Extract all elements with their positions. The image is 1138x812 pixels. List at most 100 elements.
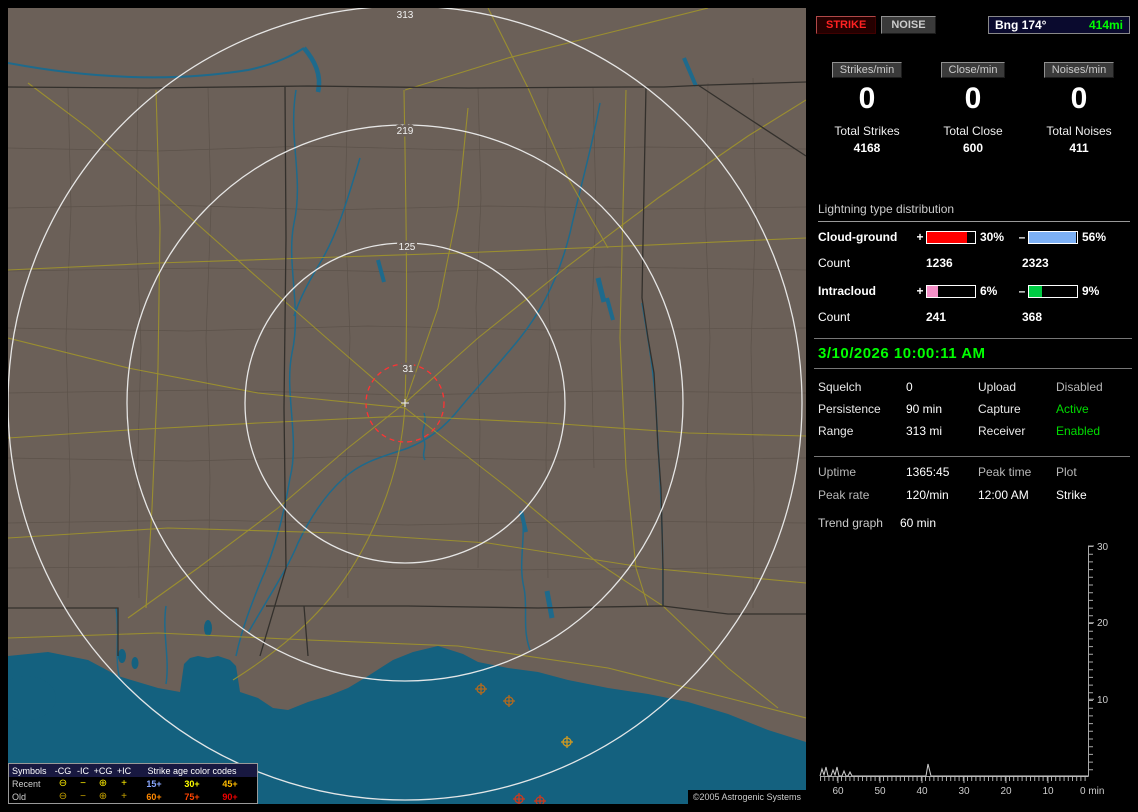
ic-positive-count: 241: [926, 310, 947, 324]
noises-per-min-value: 0: [1070, 82, 1088, 115]
y-tick: 20: [1097, 618, 1109, 629]
peak-rate-label: Peak rate: [818, 488, 870, 502]
strikes-per-min-value: 0: [858, 82, 876, 115]
trend-tick-labels: 30 20 10 60 50 40 30 20 10 0 min: [832, 542, 1108, 797]
total-noises-value: 411: [1069, 141, 1089, 155]
trend-graph: 30 20 10 60 50 40 30 20 10 0 min: [819, 542, 1109, 797]
count-label: Count: [818, 256, 851, 270]
age-code: 30+: [184, 778, 200, 789]
age-code: 15+: [146, 778, 162, 789]
plot-label: Plot: [1056, 465, 1077, 479]
intracloud-row: Intracloud + 6% – 9%: [818, 284, 1130, 298]
x-tick: 50: [874, 786, 886, 797]
ic-negative-count: 368: [1022, 310, 1043, 324]
distance-value: 414mi: [1088, 18, 1123, 32]
settings-grid: Squelch 0 Upload Disabled Persistence 90…: [818, 380, 1130, 438]
legend-old-label: Old: [12, 791, 27, 802]
app-window: 313 219 125 31 Symbols -CG -IC +CG +IC S…: [0, 0, 1138, 812]
noises-per-min-button[interactable]: Noises/min: [1043, 62, 1115, 78]
age-code: 90+: [222, 791, 238, 802]
ring-label: 313: [397, 10, 414, 21]
peak-time-label: Peak time: [978, 465, 1032, 479]
cloud-ground-row: Cloud-ground + 30% – 56%: [818, 230, 1130, 244]
strikes-per-min-button[interactable]: Strikes/min: [831, 62, 903, 78]
range-value: 313 mi: [906, 424, 943, 438]
legend-col-nic: -IC: [77, 765, 89, 776]
x-tick: 0 min: [1080, 786, 1104, 797]
intracloud-label: Intracloud: [818, 284, 877, 298]
close-per-min-value: 0: [964, 82, 982, 115]
legend-symbols-header: Symbols: [12, 765, 47, 776]
plus-sign: +: [916, 284, 924, 298]
x-tick: 40: [916, 786, 928, 797]
total-noises-label: Total Noises: [1046, 124, 1112, 138]
trend-graph-label: Trend graph: [818, 516, 883, 530]
bearing-value: Bng 174°: [995, 18, 1047, 32]
legend-recent-label: Recent: [12, 778, 41, 789]
ic-negative-bar: [1028, 284, 1078, 298]
total-close-value: 600: [962, 141, 984, 155]
count-label: Count: [818, 310, 851, 324]
squelch-value: 0: [906, 380, 913, 394]
rate-counters: Strikes/min 0 Total Strikes 4168 Close/m…: [814, 62, 1132, 155]
range-label: Range: [818, 424, 854, 438]
strike-button[interactable]: STRIKE: [816, 16, 877, 34]
x-tick: 10: [1042, 786, 1054, 797]
copyright-text: ©2005 Astrogenic Systems: [687, 790, 806, 804]
datetime-display: 3/10/2026 10:00:11 AM: [814, 338, 1132, 369]
uptime-label: Uptime: [818, 465, 857, 479]
capture-label: Capture: [978, 402, 1021, 416]
cg-negative-bar-fill: [1029, 231, 1076, 243]
close-per-min-column: Close/min 0 Total Close 600: [920, 62, 1026, 155]
trend-waveform: [819, 763, 1088, 777]
bearing-display: Bng 174° 414mi: [988, 16, 1130, 34]
radar-map[interactable]: 313 219 125 31: [8, 8, 806, 804]
minus-sign: –: [1018, 284, 1026, 298]
peak-rate-value: 120/min: [906, 488, 949, 502]
close-per-min-button[interactable]: Close/min: [940, 62, 1006, 78]
y-tick: 30: [1097, 542, 1109, 553]
receiver-label: Receiver: [978, 424, 1026, 438]
uptime-value: 1365:45: [906, 465, 950, 479]
legend-col-ncg: -CG: [54, 765, 72, 776]
cg-negative-count: 2323: [1022, 256, 1049, 270]
distribution-title: Lightning type distribution: [818, 202, 1130, 222]
cg-positive-bar: [926, 230, 976, 244]
cg-positive-pct: 30%: [980, 230, 1005, 244]
map-legend: Symbols -CG -IC +CG +IC Strike age color…: [8, 763, 258, 804]
pos-ic-icon: +: [121, 777, 127, 789]
age-code: 45+: [222, 778, 238, 789]
ic-positive-pct: 6%: [980, 284, 998, 298]
x-tick: 60: [832, 786, 844, 797]
strikes-per-min-column: Strikes/min 0 Total Strikes 4168: [814, 62, 920, 155]
total-strikes-value: 4168: [853, 141, 881, 155]
pos-cg-icon: ⊕: [98, 790, 108, 802]
stats-grid: Uptime 1365:45 Peak time Plot Peak rate …: [814, 456, 1130, 502]
cg-negative-bar: [1028, 230, 1078, 244]
ring-label: 125: [399, 242, 416, 253]
noise-button[interactable]: NOISE: [881, 16, 936, 34]
y-tick: 10: [1097, 695, 1109, 706]
persistence-value: 90 min: [906, 402, 943, 416]
cg-count-row: Count 1236 2323: [818, 256, 1130, 270]
pos-ic-icon: +: [121, 790, 127, 802]
trend-header: Trend graph 60 min: [818, 516, 936, 530]
ic-positive-bar: [926, 284, 976, 298]
x-tick: 20: [1000, 786, 1012, 797]
legend-age-header: Strike age color codes: [147, 765, 237, 776]
cg-positive-count: 1236: [926, 256, 953, 270]
map-area: 313 219 125 31 Symbols -CG -IC +CG +IC S…: [8, 8, 806, 804]
x-tick: 30: [958, 786, 970, 797]
peak-time-value: 12:00 AM: [978, 488, 1029, 502]
capture-status: Active: [1056, 402, 1089, 416]
trend-window-value: 60 min: [900, 516, 937, 530]
upload-label: Upload: [978, 380, 1017, 394]
cloud-ground-label: Cloud-ground: [818, 230, 898, 244]
neg-cg-icon: ⊖: [58, 777, 68, 789]
status-panel: STRIKE NOISE Bng 174° 414mi Strikes/min …: [814, 8, 1132, 804]
mode-toolbar: STRIKE NOISE Bng 174° 414mi: [816, 16, 1130, 34]
plot-value: Strike: [1056, 488, 1087, 502]
trend-axes: [820, 545, 1094, 783]
squelch-label: Squelch: [818, 380, 862, 394]
ic-negative-bar-fill: [1029, 285, 1043, 297]
